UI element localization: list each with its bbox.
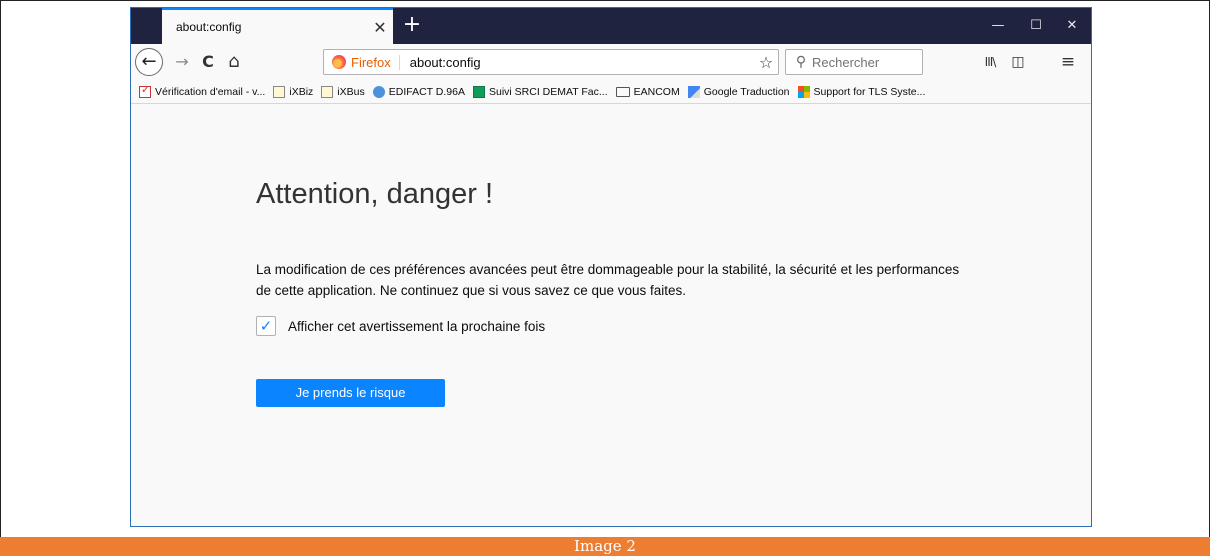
library-icon[interactable]: III\ bbox=[979, 51, 1001, 73]
bookmark-item[interactable]: Google Traduction bbox=[687, 85, 790, 98]
ixbiz-icon bbox=[273, 85, 286, 98]
sheets-icon bbox=[472, 85, 485, 98]
search-input[interactable]: Rechercher bbox=[812, 55, 879, 70]
search-bar[interactable]: ⚲ Rechercher bbox=[785, 49, 923, 75]
document-frame: about:config ✕ + — ☐ ✕ ← → C ⌂ Firefox a… bbox=[0, 0, 1210, 537]
bookmark-item[interactable]: iXBiz bbox=[273, 85, 313, 98]
bookmark-star-icon[interactable]: ☆ bbox=[754, 53, 778, 72]
home-button[interactable]: ⌂ bbox=[223, 51, 245, 73]
bookmark-item[interactable]: EANCOM bbox=[615, 86, 680, 98]
warning-text: La modification de ces préférences avanc… bbox=[256, 259, 1056, 301]
page-content: Attention, danger ! La modification de c… bbox=[131, 104, 1091, 526]
show-warning-checkbox[interactable]: ✓ bbox=[256, 316, 276, 336]
bookmark-item[interactable]: Support for TLS Syste... bbox=[797, 85, 925, 98]
image-caption: Image 2 bbox=[0, 537, 1210, 556]
new-tab-button[interactable]: + bbox=[399, 12, 425, 40]
forward-button[interactable]: → bbox=[171, 51, 193, 73]
close-tab-icon[interactable]: ✕ bbox=[367, 18, 393, 37]
firefox-window: about:config ✕ + — ☐ ✕ ← → C ⌂ Firefox a… bbox=[130, 7, 1092, 527]
navigation-toolbar: ← → C ⌂ Firefox about:config ☆ ⚲ Recherc… bbox=[131, 44, 1091, 80]
identity-label: Firefox bbox=[351, 54, 400, 70]
bookmark-item[interactable]: EDIFACT D.96A bbox=[372, 85, 465, 98]
bookmarks-toolbar: ✓ Vérification d'email - v... iXBiz iXBu… bbox=[131, 80, 1091, 104]
search-icon: ⚲ bbox=[795, 54, 807, 70]
tab-about-config[interactable]: about:config ✕ bbox=[162, 8, 393, 44]
reload-button[interactable]: C bbox=[197, 51, 219, 73]
url-bar[interactable]: Firefox about:config ☆ bbox=[323, 49, 779, 75]
show-warning-row: ✓ Afficher cet avertissement la prochain… bbox=[256, 316, 545, 336]
back-button[interactable]: ← bbox=[135, 48, 163, 76]
page-title: Attention, danger ! bbox=[256, 178, 493, 210]
firefox-logo-icon bbox=[332, 55, 346, 69]
show-warning-label[interactable]: Afficher cet avertissement la prochaine … bbox=[288, 319, 545, 334]
title-bar: about:config ✕ + — ☐ ✕ bbox=[131, 8, 1091, 44]
un-globe-icon bbox=[372, 85, 385, 98]
bookmark-item[interactable]: Suivi SRCI DEMAT Fac... bbox=[472, 85, 608, 98]
bookmark-item[interactable]: ✓ Vérification d'email - v... bbox=[139, 82, 265, 98]
bookmark-item[interactable]: iXBus bbox=[321, 85, 365, 98]
tab-title: about:config bbox=[176, 20, 242, 34]
url-input[interactable]: about:config bbox=[410, 55, 754, 70]
minimize-button[interactable]: — bbox=[979, 8, 1017, 44]
close-window-button[interactable]: ✕ bbox=[1053, 8, 1091, 44]
sidebar-icon[interactable]: ◫ bbox=[1007, 51, 1029, 73]
warning-text-line: de cette application. Ne continuez que s… bbox=[256, 283, 687, 298]
folder-icon bbox=[615, 86, 630, 97]
google-translate-icon bbox=[687, 85, 700, 98]
accept-risk-button[interactable]: Je prends le risque bbox=[256, 379, 445, 407]
menu-icon[interactable]: ≡ bbox=[1057, 51, 1079, 73]
email-check-icon: ✓ bbox=[139, 82, 151, 98]
ixbus-icon bbox=[321, 85, 334, 98]
microsoft-icon bbox=[797, 85, 810, 98]
warning-text-line: La modification de ces préférences avanc… bbox=[256, 262, 960, 277]
maximize-button[interactable]: ☐ bbox=[1017, 8, 1055, 44]
